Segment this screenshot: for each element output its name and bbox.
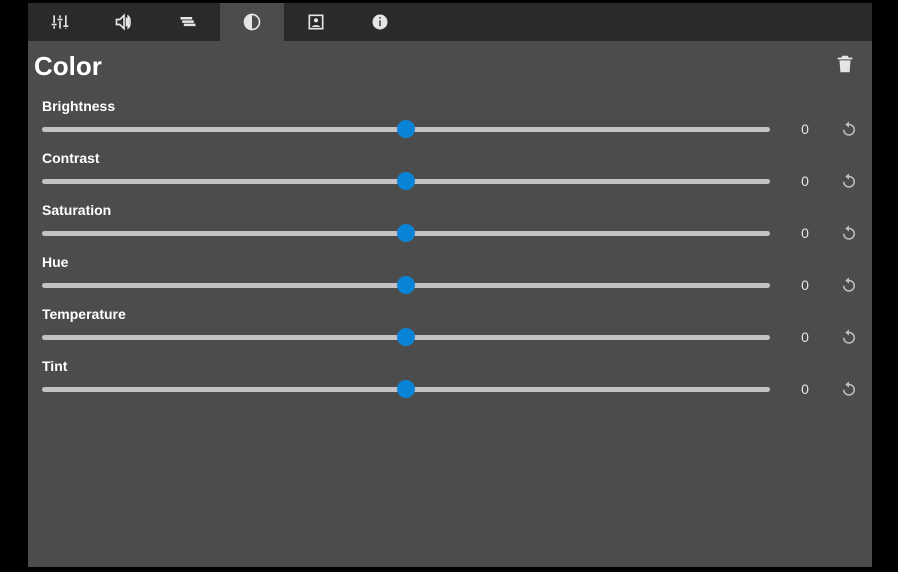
- undo-icon: [840, 172, 858, 190]
- slider-contrast[interactable]: [42, 172, 770, 190]
- reset-brightness-button[interactable]: [840, 120, 858, 138]
- color-panel: Color Brightness0Contrast0Saturation0Hue…: [28, 3, 872, 567]
- slider-value: 0: [788, 121, 822, 137]
- slider-value: 0: [788, 329, 822, 345]
- mixer-icon: [48, 12, 72, 32]
- slider-label: Brightness: [42, 98, 858, 114]
- tab-info[interactable]: [348, 3, 412, 41]
- slider-row-contrast: Contrast 0: [42, 138, 858, 190]
- reset-contrast-button[interactable]: [840, 172, 858, 190]
- undo-icon: [840, 328, 858, 346]
- slider-value: 0: [788, 381, 822, 397]
- slider-label: Hue: [42, 254, 858, 270]
- layers-icon: [176, 12, 200, 32]
- slider-label: Saturation: [42, 202, 858, 218]
- trash-icon: [834, 53, 856, 75]
- slider-row-saturation: Saturation 0: [42, 190, 858, 242]
- slider-thumb[interactable]: [397, 120, 415, 138]
- slider-value: 0: [788, 173, 822, 189]
- reset-all-button[interactable]: [834, 53, 856, 80]
- panel-title: Color: [34, 51, 834, 82]
- reset-hue-button[interactable]: [840, 276, 858, 294]
- slider-row-brightness: Brightness 0: [42, 86, 858, 138]
- slider-row-hue: Hue 0: [42, 242, 858, 294]
- slider-thumb[interactable]: [397, 380, 415, 398]
- slider-label: Temperature: [42, 306, 858, 322]
- slider-row-temperature: Temperature 0: [42, 294, 858, 346]
- slider-tint[interactable]: [42, 380, 770, 398]
- profile-icon: [306, 12, 326, 32]
- tab-mixer[interactable]: [28, 3, 92, 41]
- slider-temperature[interactable]: [42, 328, 770, 346]
- slider-value: 0: [788, 277, 822, 293]
- reset-temperature-button[interactable]: [840, 328, 858, 346]
- slider-thumb[interactable]: [397, 224, 415, 242]
- undo-icon: [840, 224, 858, 242]
- undo-icon: [840, 380, 858, 398]
- slider-saturation[interactable]: [42, 224, 770, 242]
- tab-profile[interactable]: [284, 3, 348, 41]
- slider-hue[interactable]: [42, 276, 770, 294]
- tab-audio[interactable]: [92, 3, 156, 41]
- contrast-icon: [242, 12, 262, 32]
- reset-saturation-button[interactable]: [840, 224, 858, 242]
- reset-tint-button[interactable]: [840, 380, 858, 398]
- slider-thumb[interactable]: [397, 276, 415, 294]
- slider-label: Tint: [42, 358, 858, 374]
- slider-thumb[interactable]: [397, 172, 415, 190]
- info-icon: [370, 12, 390, 32]
- undo-icon: [840, 120, 858, 138]
- volume-icon: [112, 12, 136, 32]
- panel-header: Color: [28, 41, 872, 86]
- tab-contrast[interactable]: [220, 3, 284, 41]
- slider-list: Brightness0Contrast0Saturation0Hue0Tempe…: [28, 86, 872, 398]
- slider-thumb[interactable]: [397, 328, 415, 346]
- slider-row-tint: Tint 0: [42, 346, 858, 398]
- slider-label: Contrast: [42, 150, 858, 166]
- tab-bar: [28, 3, 872, 41]
- slider-brightness[interactable]: [42, 120, 770, 138]
- undo-icon: [840, 276, 858, 294]
- tab-layers[interactable]: [156, 3, 220, 41]
- slider-value: 0: [788, 225, 822, 241]
